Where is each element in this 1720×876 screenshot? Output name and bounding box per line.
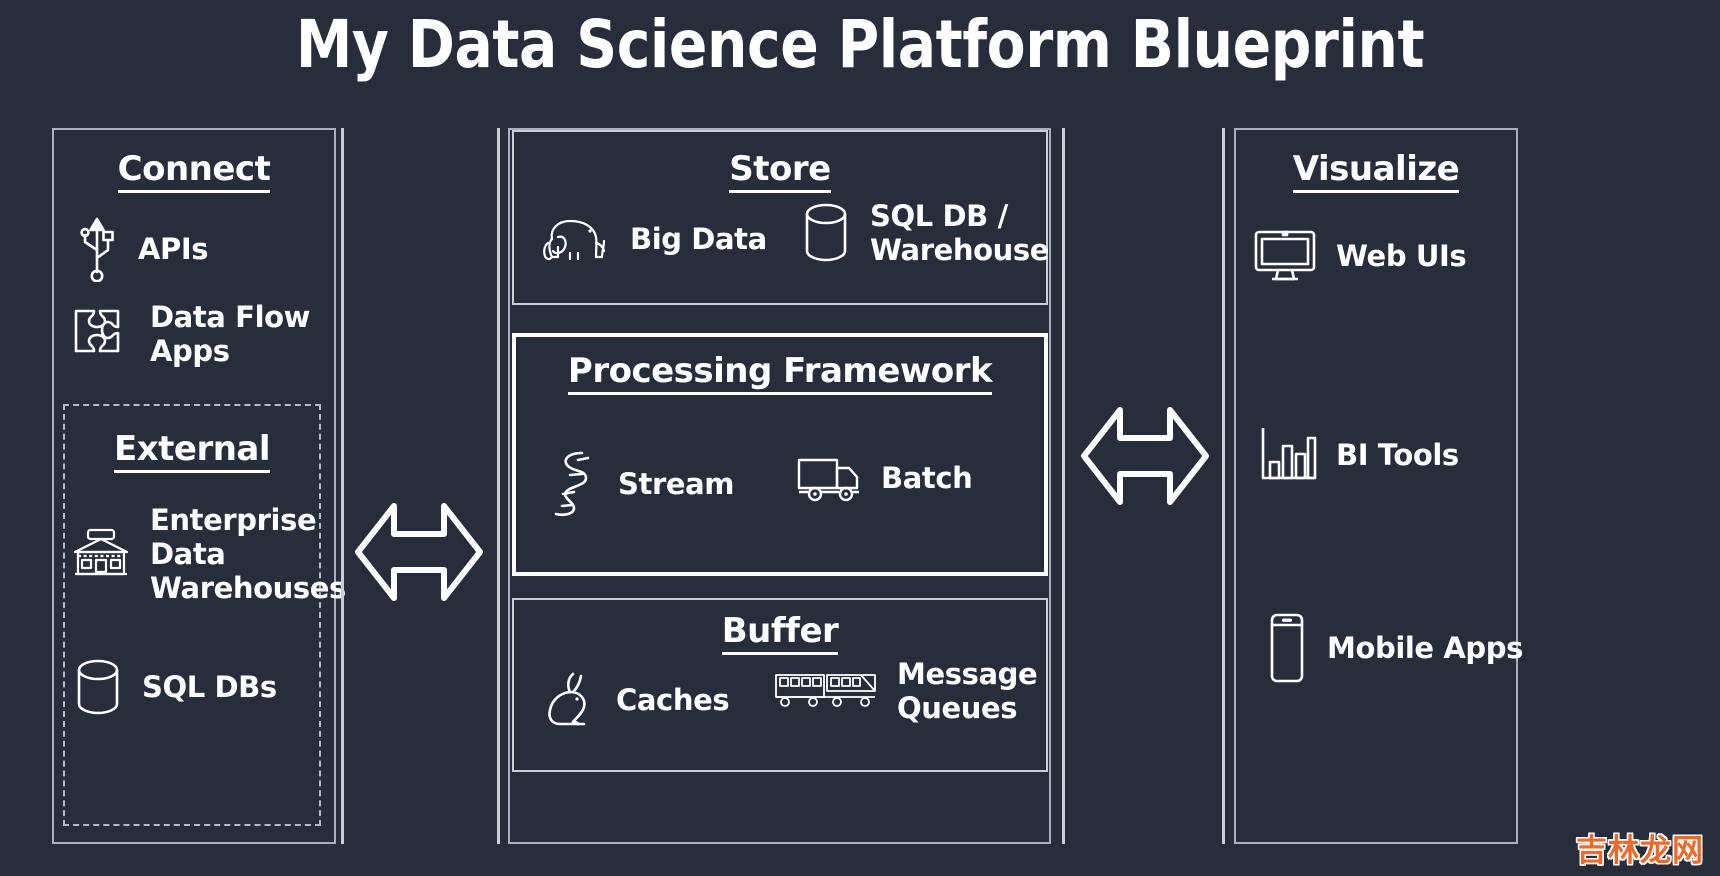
external-item-enterprise-data-warehouses: Enterprise Data Warehouses xyxy=(70,503,346,606)
buffer-item-caches: Caches xyxy=(540,668,730,732)
processing-framework-heading: Processing Framework xyxy=(512,354,1048,395)
visualize-item-bi-tools-label: BI Tools xyxy=(1336,437,1459,472)
buffer-item-message-queues: Message Queues xyxy=(773,657,1038,726)
visualize-heading-text: Visualize xyxy=(1292,152,1460,193)
usb-icon xyxy=(74,216,120,282)
connect-item-data-flow-apps: Data Flow Apps xyxy=(70,300,310,368)
separator-bar-left-outer xyxy=(341,128,344,844)
external-heading: External xyxy=(63,432,321,473)
visualize-item-mobile-apps: Mobile Apps xyxy=(1265,612,1523,684)
store-heading: Store xyxy=(512,152,1048,193)
store-item-big-data: Big Data xyxy=(540,213,767,265)
visualize-item-mobile-apps-label: Mobile Apps xyxy=(1327,630,1524,665)
visualize-item-bi-tools: BI Tools xyxy=(1256,424,1459,486)
center-to-visualize-arrow xyxy=(1078,400,1212,517)
external-item-sql-dbs-label: SQL DBs xyxy=(142,669,277,704)
store-item-big-data-label: Big Data xyxy=(630,221,767,256)
buffer-item-caches-label: Caches xyxy=(616,682,730,717)
separator-bar-right-outer xyxy=(1222,128,1225,844)
external-item-enterprise-data-warehouses-label: Enterprise Data Warehouses xyxy=(150,503,346,606)
puzzle-piece-icon xyxy=(70,303,132,365)
visualize-heading: Visualize xyxy=(1234,152,1518,193)
connect-to-center-arrow xyxy=(352,496,486,613)
processing-item-stream-label: Stream xyxy=(618,466,735,501)
page-title: My Data Science Platform Blueprint xyxy=(295,6,1425,83)
external-heading-text: External xyxy=(113,432,271,473)
rabbit-icon xyxy=(540,668,598,732)
elephant-icon xyxy=(540,213,612,265)
buffer-heading-text: Buffer xyxy=(721,614,839,655)
connect-heading: Connect xyxy=(52,152,336,193)
store-item-sql-db-warehouse: SQL DB / Warehouse xyxy=(800,199,1049,267)
monitor-icon xyxy=(1252,228,1318,284)
connect-item-apis: APIs xyxy=(74,216,209,282)
external-item-sql-dbs: SQL DBs xyxy=(72,657,277,717)
processing-framework-heading-text: Processing Framework xyxy=(567,354,993,395)
connect-heading-text: Connect xyxy=(117,152,271,193)
processing-item-batch-label: Batch xyxy=(881,460,973,495)
diagram-canvas: My Data Science Platform Blueprint Conne… xyxy=(0,0,1720,876)
buffer-heading: Buffer xyxy=(512,614,1048,655)
buffer-item-message-queues-label: Message Queues xyxy=(897,657,1038,726)
connect-item-data-flow-apps-label: Data Flow Apps xyxy=(150,300,311,369)
store-item-sql-db-warehouse-label: SQL DB / Warehouse xyxy=(870,199,1050,268)
processing-item-stream: Stream xyxy=(540,448,735,520)
truck-icon xyxy=(795,452,863,504)
processing-item-batch: Batch xyxy=(795,452,973,504)
store-heading-text: Store xyxy=(729,152,831,193)
bar-chart-icon xyxy=(1256,424,1318,486)
separator-bar-right-inner xyxy=(1062,128,1065,844)
mobile-phone-icon xyxy=(1265,612,1309,684)
connect-item-apis-label: APIs xyxy=(138,231,209,266)
watermark: 吉林龙网 xyxy=(1576,833,1704,869)
database-cylinder-icon xyxy=(72,657,124,717)
separator-bar-left-inner xyxy=(497,128,500,844)
visualize-item-web-uis: Web UIs xyxy=(1252,228,1467,284)
visualize-item-web-uis-label: Web UIs xyxy=(1336,238,1467,273)
warehouse-building-icon xyxy=(70,526,132,582)
winding-river-icon xyxy=(540,448,600,520)
database-cylinder-icon xyxy=(800,201,852,265)
train-icon xyxy=(773,669,879,713)
